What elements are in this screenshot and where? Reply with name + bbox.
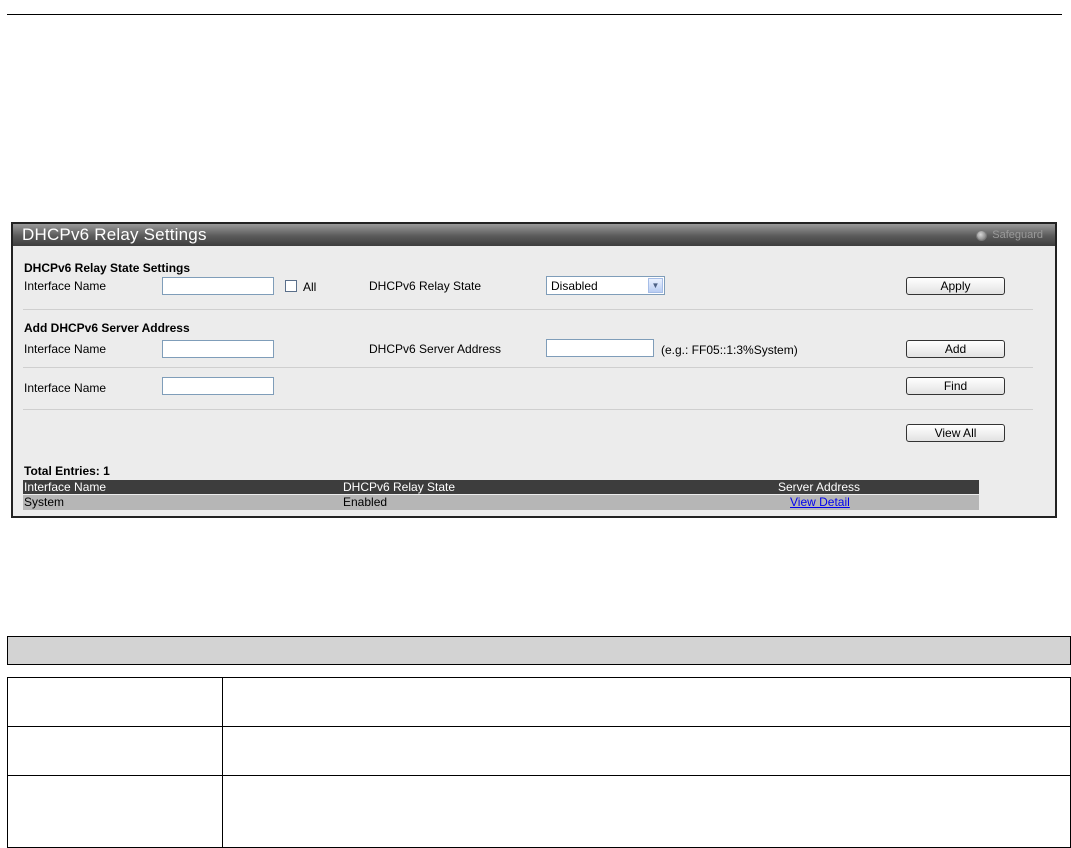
relay-state-value: Disabled — [551, 279, 598, 293]
description-row — [7, 775, 1071, 848]
description-table — [7, 677, 1071, 848]
safeguard-label: Safeguard — [992, 229, 1043, 241]
chevron-down-icon[interactable]: ▼ — [648, 278, 663, 293]
find-interface-input[interactable] — [162, 377, 274, 395]
find-interface-label: Interface Name — [24, 381, 107, 395]
section-divider — [23, 409, 1033, 410]
description-row — [7, 726, 1071, 776]
server-section-heading: Add DHCPv6 Server Address — [24, 321, 190, 335]
relay-state-label: DHCPv6 Relay State — [369, 279, 482, 293]
relay-state-select[interactable]: Disabled ▼ — [546, 276, 665, 295]
description-param-cell — [7, 726, 223, 776]
section-divider — [23, 309, 1033, 310]
view-detail-link[interactable]: View Detail — [790, 495, 850, 509]
find-button[interactable]: Find — [906, 377, 1005, 395]
safeguard-indicator: Safeguard — [976, 229, 1043, 241]
add-button[interactable]: Add — [906, 340, 1005, 358]
apply-button[interactable]: Apply — [906, 277, 1005, 295]
view-all-button[interactable]: View All — [906, 424, 1005, 442]
server-address-label: DHCPv6 Server Address — [369, 342, 502, 356]
panel-title: DHCPv6 Relay Settings — [22, 225, 207, 244]
description-param-cell — [7, 677, 223, 727]
description-row — [7, 677, 1071, 727]
total-entries: Total Entries: 1 — [24, 464, 110, 478]
description-text-cell — [222, 677, 1071, 727]
state-interface-label: Interface Name — [24, 279, 107, 293]
dhcpv6-relay-settings-panel: DHCPv6 Relay Settings Safeguard DHCPv6 R… — [11, 222, 1057, 518]
all-label: All — [303, 280, 317, 294]
server-interface-input[interactable] — [162, 340, 274, 358]
server-interface-label: Interface Name — [24, 342, 107, 356]
column-header-interface: Interface Name — [24, 480, 107, 494]
row-relay-state: Enabled — [343, 495, 388, 509]
row-interface: System — [24, 495, 65, 509]
state-interface-input[interactable] — [162, 277, 274, 295]
top-rule — [7, 14, 1062, 15]
server-address-example: (e.g.: FF05::1:3%System) — [661, 343, 798, 357]
column-header-relay-state: DHCPv6 Relay State — [343, 480, 456, 494]
server-address-input[interactable] — [546, 339, 654, 357]
description-text-cell — [222, 726, 1071, 776]
table-row: System Enabled View Detail — [23, 495, 979, 510]
all-checkbox[interactable] — [285, 280, 297, 292]
table-header: Interface Name DHCPv6 Relay State Server… — [23, 480, 979, 494]
panel-header: DHCPv6 Relay Settings Safeguard — [13, 224, 1055, 246]
description-table-header — [7, 636, 1071, 665]
column-header-server-address: Server Address — [778, 480, 861, 494]
description-text-cell — [222, 775, 1071, 848]
state-section-heading: DHCPv6 Relay State Settings — [24, 261, 191, 275]
safeguard-icon — [976, 229, 988, 241]
section-divider — [23, 367, 1033, 368]
description-param-cell — [7, 775, 223, 848]
